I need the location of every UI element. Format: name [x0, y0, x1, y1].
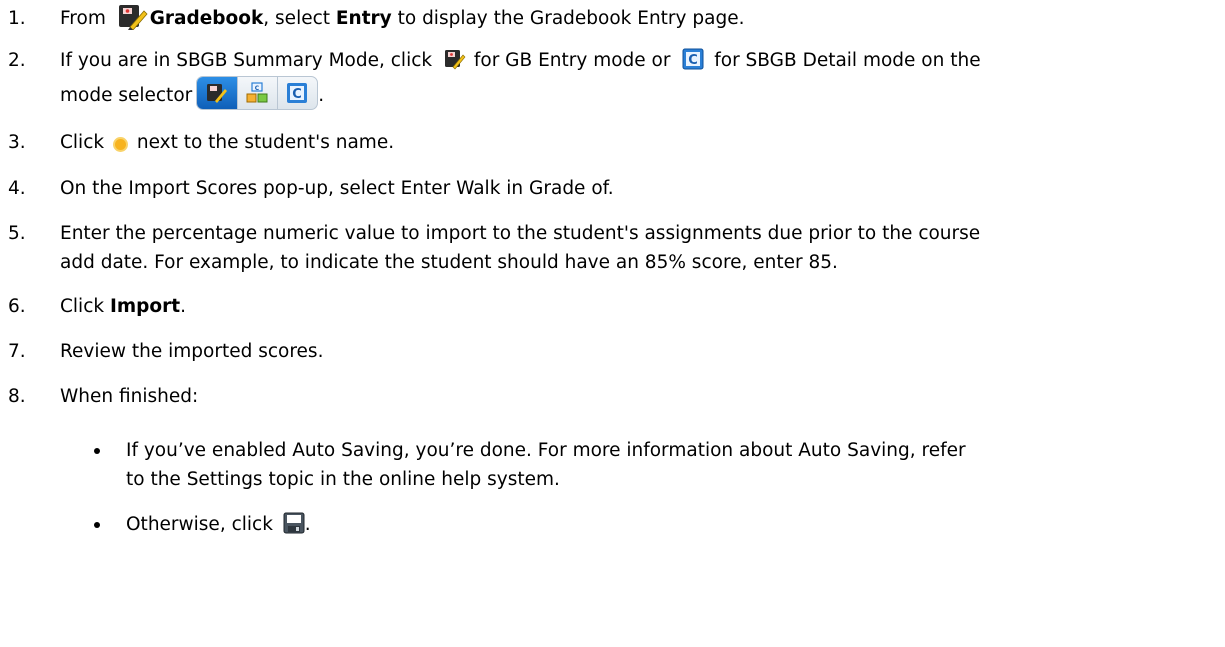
step-number: 7. [8, 341, 26, 362]
auto-saving-link[interactable]: Auto Saving [292, 440, 403, 461]
svg-text:C: C [689, 53, 699, 68]
mode-selector: C C [196, 76, 319, 110]
sbgb-summary-grid-icon: C [246, 82, 268, 103]
step-text: Enter the percentage numeric value to im… [60, 223, 981, 273]
sbgb-detail-mode-button[interactable]: C [277, 77, 317, 109]
entry-menu-label: Entry [335, 8, 392, 29]
svg-text:C: C [255, 85, 260, 92]
step-text: Review the imported scores. [60, 341, 324, 362]
sbgb-detail-c-icon: C [682, 48, 704, 70]
step-number: 2. [8, 50, 26, 71]
sun-icon [112, 133, 129, 152]
bullet-text: Otherwise, click . [126, 512, 311, 535]
step-text: On the Import Scores pop-up, select Ente… [60, 178, 614, 199]
bullet-text: If you’ve enabled Auto Saving, you’re do… [126, 440, 966, 490]
step-number: 4. [8, 178, 26, 199]
step-text: When finished: [60, 386, 199, 407]
gradebook-pencil-icon [118, 2, 148, 31]
gradebook-entry-page-link[interactable]: Gradebook Entry page [530, 8, 739, 29]
sbgb-summary-mode-link[interactable]: SBGB Summary Mode [176, 50, 379, 71]
gradebook-pencil-icon [207, 84, 228, 103]
step-number: 8. [8, 386, 26, 407]
step-number: 1. [8, 8, 26, 29]
sbgb-detail-c-icon: C [287, 83, 308, 103]
step-number: 5. [8, 223, 26, 244]
gb-entry-mode-button[interactable] [197, 77, 239, 109]
svg-text:C: C [292, 87, 302, 102]
step-text: Click Import. [60, 296, 186, 317]
floppy-save-icon [283, 512, 305, 534]
sbgb-summary-mode-button[interactable]: C [237, 77, 279, 109]
gradebook-menu-label: Gradebook [149, 8, 264, 29]
step-number: 6. [8, 296, 26, 317]
step-text: If you are in SBGB Summary Mode, click f… [60, 46, 1220, 110]
import-button-label: Import [109, 296, 181, 317]
step-text: Click next to the student's name. [60, 132, 395, 153]
bullet-dot [94, 522, 100, 528]
step-number: 3. [8, 132, 26, 153]
step-text: From Gradebook, select Entry to display … [60, 4, 1220, 33]
bullet-dot [94, 448, 100, 454]
gradebook-pencil-icon [444, 48, 466, 70]
step-2: 2. If you are in SBGB Summary Mode, clic… [0, 46, 1225, 116]
